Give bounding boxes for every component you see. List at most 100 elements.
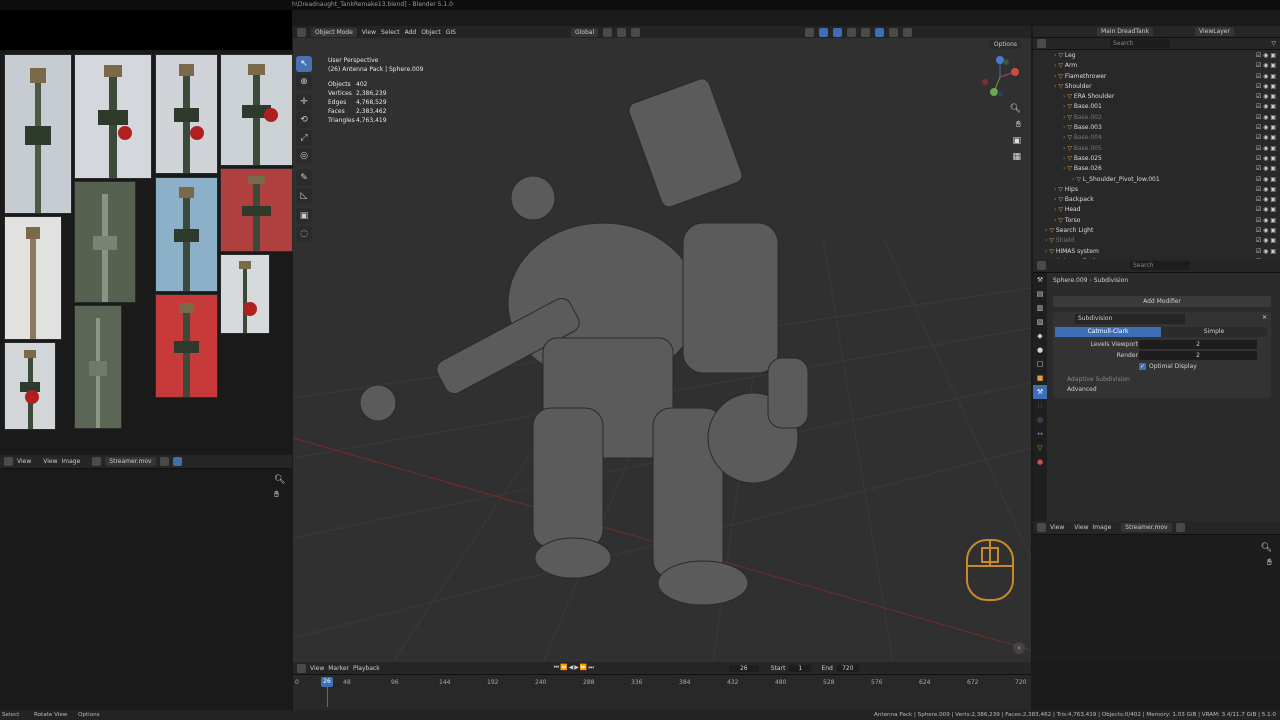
visibility-toggles-icon[interactable]: ☑ ◉ ▣ <box>1256 154 1276 164</box>
visibility-toggles-icon[interactable]: ☑ ◉ ▣ <box>1256 133 1276 143</box>
outliner-item[interactable]: › ▽ Base.001 ☑ ◉ ▣ <box>1033 102 1280 112</box>
visibility-toggles-icon[interactable]: ☑ ◉ ▣ <box>1256 61 1276 71</box>
visibility-toggles-icon[interactable]: ☑ ◉ ▣ <box>1256 226 1276 236</box>
add-cube-tool[interactable]: ▣ <box>296 208 312 224</box>
outliner-item[interactable]: › ▽ L_Shoulder_Pivot_low.001 ☑ ◉ ▣ <box>1033 175 1280 185</box>
hand-icon[interactable]: ✋︎ <box>274 490 279 500</box>
visibility-toggles-icon[interactable]: ☑ ◉ ▣ <box>1256 185 1276 195</box>
zoom-icon[interactable]: 🔍︎ <box>274 475 285 485</box>
data-tab-icon[interactable]: ▽ <box>1033 441 1047 455</box>
outliner-type-icon[interactable] <box>1037 39 1046 48</box>
image-menu[interactable]: Image <box>62 458 81 465</box>
measure-tool[interactable]: ◺ <box>296 188 312 204</box>
visibility-toggles-icon[interactable]: ☑ ◉ ▣ <box>1256 51 1276 61</box>
visibility-toggles-icon[interactable]: ☑ ◉ ▣ <box>1256 236 1276 246</box>
image-editor-right[interactable]: View View Image Streamer.mov 🔍︎ ✋︎ <box>1033 521 1280 662</box>
outliner-item[interactable]: › ▽ Base.025 ☑ ◉ ▣ <box>1033 154 1280 164</box>
snap-icon[interactable] <box>617 27 627 37</box>
options-dropdown[interactable]: Options <box>989 40 1021 49</box>
grid-view-icon[interactable]: ▦ <box>1012 152 1021 162</box>
menu-object[interactable]: Object <box>421 29 441 36</box>
hand-icon[interactable]: ✋︎ <box>1267 558 1272 568</box>
end-frame-field[interactable]: 720 <box>836 664 859 672</box>
menu-select[interactable]: Select <box>381 29 400 36</box>
filter-icon[interactable]: ▽ <box>1271 40 1276 47</box>
mode-dropdown[interactable]: Object Mode <box>311 27 357 37</box>
visibility-toggles-icon[interactable]: ☑ ◉ ▣ <box>1256 216 1276 226</box>
simple-button[interactable]: Simple <box>1161 327 1267 337</box>
particles-tab-icon[interactable]: ∷ <box>1033 399 1047 413</box>
pivot-icon[interactable] <box>603 27 613 37</box>
outliner-item[interactable]: › ▽ Shoulder ☑ ◉ ▣ <box>1033 82 1280 92</box>
scene-tab-icon[interactable]: ◆ <box>1033 329 1047 343</box>
scale-tool[interactable]: ⤢ <box>296 130 312 146</box>
properties-type-icon[interactable] <box>1037 261 1046 270</box>
outliner-item[interactable]: › ▽ Flamethrower ☑ ◉ ▣ <box>1033 72 1280 82</box>
hand-icon[interactable]: ✋︎ <box>1016 120 1021 130</box>
timeline-view-menu[interactable]: View <box>310 665 324 672</box>
menu-view[interactable]: View <box>362 29 376 36</box>
properties-search-input[interactable]: Search <box>1130 261 1190 270</box>
navigation-gizmo[interactable] <box>977 54 1023 100</box>
pin-icon[interactable] <box>159 457 169 466</box>
render-tab-icon[interactable]: ▤ <box>1033 287 1047 301</box>
camera-icon[interactable]: ▣ <box>1012 136 1021 146</box>
visibility-toggles-icon[interactable]: ☑ ◉ ▣ <box>1256 123 1276 133</box>
current-frame-field[interactable]: 26 <box>728 664 759 672</box>
gizmo-toggle-icon[interactable] <box>172 457 182 466</box>
modifier-close-icon[interactable]: ✕ <box>1262 314 1267 321</box>
view-layer-tab-icon[interactable]: ▧ <box>1033 315 1047 329</box>
output-tab-icon[interactable]: ▥ <box>1033 301 1047 315</box>
view-menu[interactable]: View <box>1050 524 1064 531</box>
visibility-toggles-icon[interactable]: ☑ ◉ ▣ <box>1256 175 1276 185</box>
levels-viewport-field[interactable]: 2 <box>1139 340 1257 349</box>
timeline-panel[interactable]: View Marker Playback ⏮⏪◀▶⏩⏭ 26 Start 1 E… <box>293 662 1031 710</box>
select-tool[interactable]: ↖ <box>296 56 312 72</box>
outliner-item[interactable]: › ▽ Head ☑ ◉ ▣ <box>1033 205 1280 215</box>
primitive-tool[interactable]: ◌ <box>296 226 312 242</box>
annotate-tool[interactable]: ✎ <box>296 170 312 186</box>
image-file-field[interactable]: Streamer.mov <box>1121 523 1172 532</box>
visibility-toggles-icon[interactable]: ☑ ◉ ▣ <box>1256 195 1276 205</box>
visibility-toggles-icon[interactable]: ☑ ◉ ▣ <box>1256 92 1276 102</box>
physics-tab-icon[interactable]: ◎ <box>1033 413 1047 427</box>
visibility-toggles-icon[interactable]: ☑ ◉ ▣ <box>1256 144 1276 154</box>
collapse-icon[interactable]: ‹ <box>1013 642 1025 654</box>
tool-tab-icon[interactable]: ⚒ <box>1033 273 1047 287</box>
transform-tool[interactable]: ◎ <box>296 148 312 164</box>
visibility-toggles-icon[interactable]: ☑ ◉ ▣ <box>1256 72 1276 82</box>
wireframe-shading-icon[interactable] <box>861 27 871 37</box>
outliner-item[interactable]: › ▽ Shield ☑ ◉ ▣ <box>1033 236 1280 246</box>
outliner-item[interactable]: › ▽ Base.026 ☑ ◉ ▣ <box>1033 164 1280 174</box>
zoom-icon[interactable]: 🔍︎ <box>1010 104 1021 114</box>
view-menu-2[interactable]: View <box>1074 524 1088 531</box>
visibility-icon[interactable] <box>805 27 815 37</box>
outliner-panel[interactable]: Main DreadTank ViewLayer Search ▽ › ▽ Le… <box>1033 26 1280 275</box>
outliner-item[interactable]: › ▽ ERA Shoulder ☑ ◉ ▣ <box>1033 92 1280 102</box>
optimal-display-checkbox[interactable]: ✓ <box>1139 363 1146 370</box>
outliner-item[interactable]: › ▽ Base.003 ☑ ◉ ▣ <box>1033 123 1280 133</box>
playback-controls[interactable]: ⏮⏪◀▶⏩⏭ <box>554 664 595 672</box>
visibility-toggles-icon[interactable]: ☑ ◉ ▣ <box>1256 113 1276 123</box>
move-tool[interactable]: ✛ <box>296 94 312 110</box>
outliner-item[interactable]: › ▽ HIMAS system ☑ ◉ ▣ <box>1033 247 1280 257</box>
view-menu-2[interactable]: View <box>43 458 57 465</box>
xray-icon[interactable] <box>847 27 857 37</box>
modifier-tab-icon[interactable]: ⚒ <box>1033 385 1047 399</box>
gizmo-icon[interactable] <box>819 27 829 37</box>
constraints-tab-icon[interactable]: ↔ <box>1033 427 1047 441</box>
timeline-playback-menu[interactable]: Playback <box>353 665 380 672</box>
visibility-toggles-icon[interactable]: ☑ ◉ ▣ <box>1256 82 1276 92</box>
visibility-toggles-icon[interactable]: ☑ ◉ ▣ <box>1256 164 1276 174</box>
modifier-name-field[interactable]: Subdivision <box>1075 314 1185 324</box>
object-tab-icon[interactable]: ■ <box>1033 371 1047 385</box>
material-tab-icon[interactable]: ● <box>1033 455 1047 469</box>
outliner-item[interactable]: › ▽ Torso ☑ ◉ ▣ <box>1033 216 1280 226</box>
properties-panel[interactable]: Search ⚒ ▤ ▥ ▧ ◆ ● □ ■ ⚒ ∷ ◎ ↔ ▽ ● Spher… <box>1033 259 1280 521</box>
editor-type-icon[interactable] <box>1037 523 1046 532</box>
solid-shading-icon[interactable] <box>875 27 885 37</box>
rendered-shading-icon[interactable] <box>903 27 913 37</box>
outliner-item[interactable]: › ▽ Base.002 ☑ ◉ ▣ <box>1033 113 1280 123</box>
visibility-toggles-icon[interactable]: ☑ ◉ ▣ <box>1256 247 1276 257</box>
view-layer-selector[interactable]: ViewLayer <box>1195 27 1234 36</box>
